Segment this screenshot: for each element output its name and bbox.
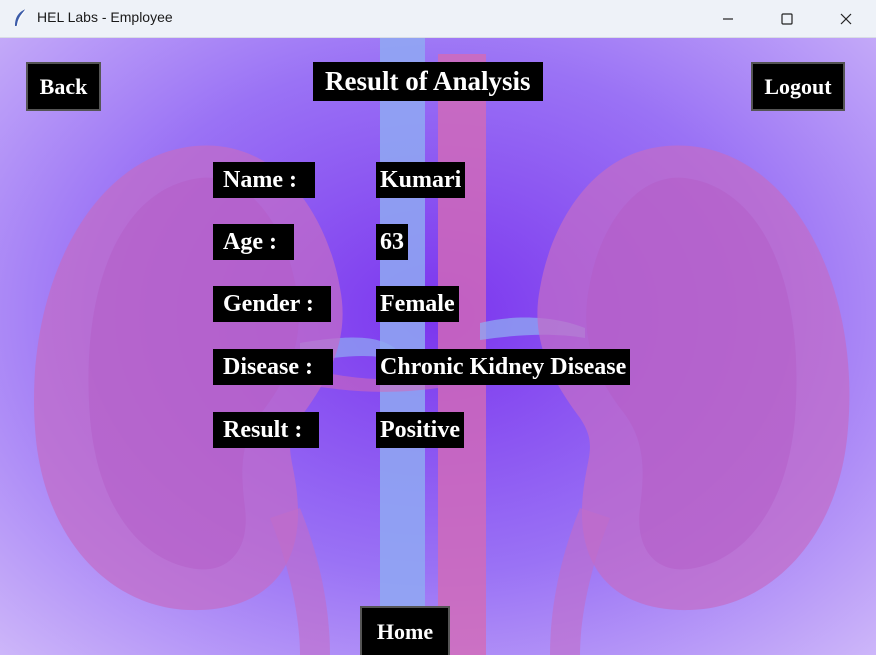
- home-button[interactable]: Home: [360, 606, 450, 655]
- logout-button[interactable]: Logout: [751, 62, 845, 111]
- result-value: Positive: [376, 412, 464, 448]
- close-button[interactable]: [823, 0, 869, 37]
- name-label: Name :: [213, 162, 315, 198]
- minimize-icon: [723, 18, 733, 20]
- age-label: Age :: [213, 224, 294, 260]
- back-button-label: Back: [39, 73, 88, 99]
- result-label: Result :: [213, 412, 319, 448]
- name-value: Kumari: [376, 162, 466, 198]
- window-titlebar: HEL Labs - Employee: [0, 0, 876, 38]
- kidney-background-image: [33, 38, 850, 655]
- maximize-icon: [781, 13, 793, 25]
- minimize-button[interactable]: [705, 0, 751, 37]
- disease-value: Chronic Kidney Disease: [376, 349, 631, 385]
- home-button-label: Home: [376, 619, 434, 644]
- gender-value: Female: [376, 286, 459, 322]
- window-title: HEL Labs - Employee: [37, 9, 173, 25]
- back-button[interactable]: Back: [26, 62, 101, 111]
- maximize-button[interactable]: [764, 0, 810, 37]
- disease-label: Disease :: [213, 349, 333, 385]
- age-value: 63: [376, 224, 408, 260]
- logout-button-label: Logout: [764, 73, 832, 99]
- page-title: Result of Analysis: [313, 62, 543, 101]
- app-canvas: Back Result of Analysis Logout Name : Ku…: [0, 38, 876, 655]
- feather-icon: [15, 8, 27, 27]
- gender-label: Gender :: [213, 286, 331, 322]
- close-icon: [840, 13, 852, 25]
